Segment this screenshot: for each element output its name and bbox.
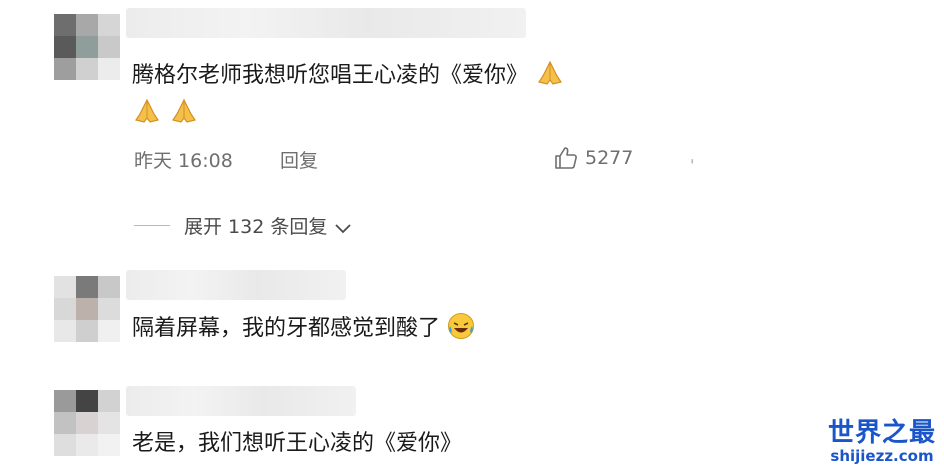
emoji-row xyxy=(132,98,199,130)
username-blurred[interactable] xyxy=(126,270,346,300)
avatar[interactable] xyxy=(54,14,120,80)
like-count: 5277 xyxy=(585,147,634,169)
pray-emoji-icon xyxy=(169,98,199,124)
like-button[interactable]: 5277 xyxy=(553,144,633,172)
thumbs-up-icon xyxy=(553,145,579,171)
expand-replies-button[interactable]: 展开 132 条回复 xyxy=(184,212,353,239)
chevron-down-icon xyxy=(333,220,353,236)
divider xyxy=(134,225,170,226)
avatar[interactable] xyxy=(54,276,120,342)
watermark-logo: 世界之最 shijiezz.com xyxy=(827,418,936,465)
comment-text: 隔着屏幕，我的牙都感觉到酸了 xyxy=(132,312,475,345)
more-mark-icon[interactable]: ˌ xyxy=(690,146,694,165)
comment-text: 腾格尔老师我想听您唱王心凌的《爱你》 xyxy=(132,60,565,92)
comment-time: 昨天 16:08 xyxy=(134,150,233,172)
reply-button[interactable]: 回复 xyxy=(280,146,318,173)
pray-emoji-icon xyxy=(132,98,162,124)
laughing-emoji-icon xyxy=(447,312,475,340)
pray-emoji-icon xyxy=(535,60,565,86)
avatar[interactable] xyxy=(54,390,120,456)
username-blurred[interactable] xyxy=(126,386,356,416)
comment-text: 老是，我们想听王心凌的《爱你》 xyxy=(132,431,463,456)
username-blurred[interactable] xyxy=(126,8,526,38)
